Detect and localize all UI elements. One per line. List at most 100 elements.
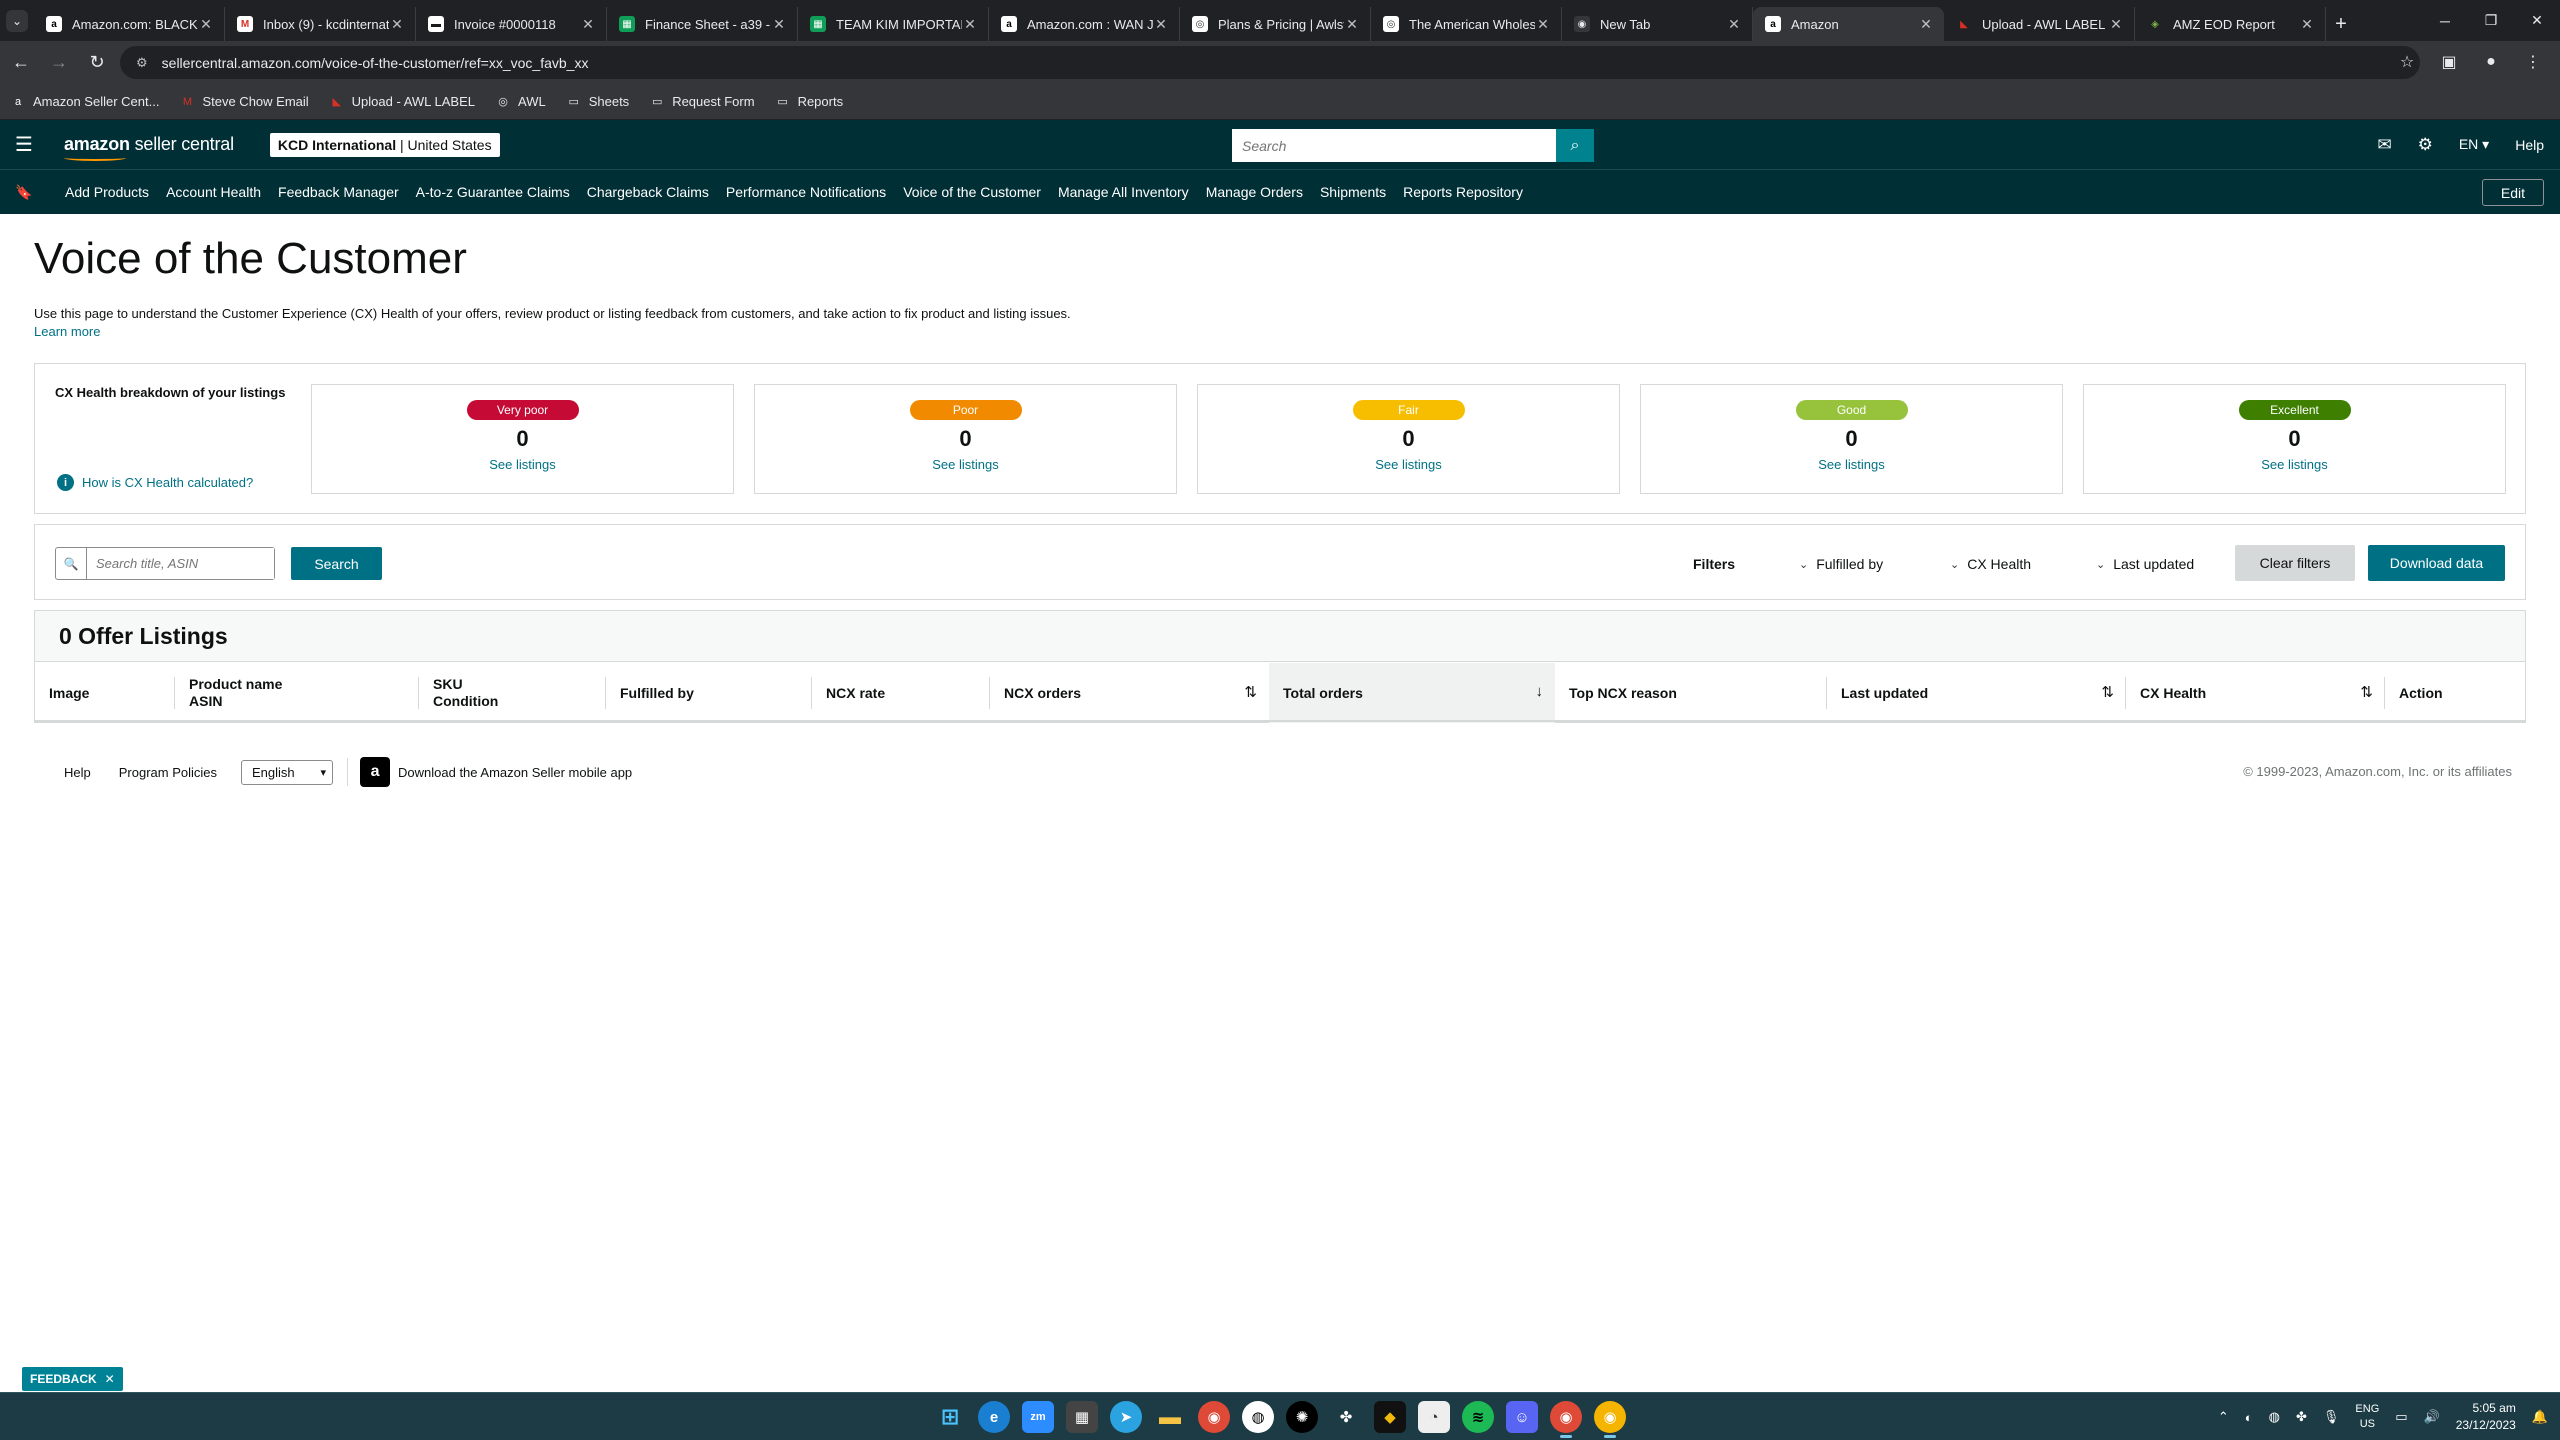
calculator-icon[interactable]: ▦ (1066, 1401, 1098, 1433)
learn-more-link[interactable]: Learn more (34, 324, 100, 339)
nav-link[interactable]: Reports Repository (1403, 184, 1523, 200)
browser-tab[interactable]: ▬ Invoice #0000118 ✕ (416, 7, 607, 41)
feedback-button[interactable]: FEEDBACK ✕ (22, 1367, 123, 1391)
chevron-up-icon[interactable]: ⌃ (2218, 1409, 2229, 1425)
cx-calc-link[interactable]: i How is CX Health calculated? (57, 474, 253, 491)
bookmark-item[interactable]: a Amazon Seller Cent... (10, 94, 160, 110)
sort-icon[interactable]: ⇅ (2101, 683, 2114, 701)
see-listings-link[interactable]: See listings (312, 457, 733, 472)
close-tab-icon[interactable]: ✕ (1153, 16, 1169, 33)
more-menu-icon[interactable]: ⋮ (2516, 45, 2550, 79)
browser-tab[interactable]: ◈ AMZ EOD Report ✕ (2135, 7, 2326, 41)
account-switcher[interactable]: KCD International | United States (269, 132, 500, 157)
discord-icon[interactable]: ☺ (1506, 1401, 1538, 1433)
minimize-icon[interactable]: ─ (2422, 0, 2468, 41)
search-button[interactable]: Search (291, 547, 382, 580)
listing-search-input[interactable] (87, 548, 274, 579)
browser-tab[interactable]: ▦ TEAM KIM IMPORTANT✕ (798, 7, 989, 41)
close-tab-icon[interactable]: ✕ (389, 16, 405, 33)
close-tab-icon[interactable]: ✕ (198, 16, 214, 33)
close-tab-icon[interactable]: ✕ (1726, 16, 1742, 33)
steam-icon[interactable]: ◐ (2245, 1410, 2253, 1425)
fulfilled-by-filter[interactable]: ⌄ Fulfilled by (1799, 556, 1883, 572)
gear-icon[interactable]: ⚙ (2418, 135, 2433, 155)
browser-tab[interactable]: ▦ Finance Sheet - a39 - S ✕ (607, 7, 798, 41)
see-listings-link[interactable]: See listings (755, 457, 1176, 472)
sort-icon[interactable]: ↓ (1536, 683, 1544, 700)
app-icon[interactable]: ✤ (1330, 1401, 1362, 1433)
language-selector[interactable]: EN ▾ (2459, 136, 2489, 153)
input-language[interactable]: ENG US (2355, 1402, 2379, 1432)
bookmark-item[interactable]: ▭ Reports (775, 94, 843, 110)
close-tab-icon[interactable]: ✕ (771, 16, 787, 33)
nav-link[interactable]: Voice of the Customer (903, 184, 1041, 200)
app-tray-icon[interactable]: ✤ (2296, 1409, 2307, 1425)
side-panel-icon[interactable]: ▣ (2432, 45, 2466, 79)
seller-app-icon[interactable]: a (360, 757, 391, 787)
system-clock[interactable]: 5:05 am 23/12/2023 (2456, 1400, 2516, 1434)
bookmark-item[interactable]: ◎ AWL (495, 94, 546, 110)
notification-bell-icon[interactable]: 🔔 (2532, 1409, 2548, 1425)
clear-filters-button[interactable]: Clear filters (2235, 545, 2355, 581)
restore-icon[interactable]: ❐ (2468, 0, 2514, 41)
bookmark-item[interactable]: ▭ Sheets (566, 94, 630, 110)
browser-tab[interactable]: a Amazon.com : WAN JA ✕ (989, 7, 1180, 41)
footer-help-link[interactable]: Help (64, 765, 91, 780)
column-header[interactable]: CX Health ⇅ (2126, 663, 2385, 723)
volume-icon[interactable]: 🔊 (2424, 1409, 2440, 1425)
clock-app-icon[interactable]: ◔ (1418, 1401, 1450, 1433)
nav-link[interactable]: A-to-z Guarantee Claims (416, 184, 570, 200)
search-icon[interactable]: ⌕ (1556, 129, 1594, 162)
close-window-icon[interactable]: ✕ (2514, 0, 2560, 41)
browser-tab[interactable]: a Amazon ✕ (1753, 7, 1944, 41)
nav-link[interactable]: Add Products (65, 184, 149, 200)
chrome-profile-icon[interactable]: ◉ (1550, 1401, 1582, 1438)
binance-icon[interactable]: ◆ (1374, 1401, 1406, 1433)
browser-tab[interactable]: ◎ Plans & Pricing | Awlst ✕ (1180, 7, 1371, 41)
windows-start-icon[interactable]: ⊞ (934, 1401, 966, 1433)
nav-link[interactable]: Feedback Manager (278, 184, 399, 200)
bookmark-icon[interactable]: 🔖 (0, 184, 48, 201)
mic-icon[interactable]: 🎙 (2323, 1409, 2340, 1425)
nav-link[interactable]: Shipments (1320, 184, 1386, 200)
url-bar[interactable]: ⚙ sellercentral.amazon.com/voice-of-the-… (120, 46, 2420, 79)
site-info-icon[interactable]: ⚙ (136, 55, 148, 71)
close-tab-icon[interactable]: ✕ (2299, 16, 2315, 33)
header-search-input[interactable] (1232, 129, 1556, 162)
file-explorer-icon[interactable]: ▬ (1154, 1401, 1186, 1433)
back-arrow-icon[interactable]: ← (4, 46, 38, 80)
last-updated-filter[interactable]: ⌄ Last updated (2096, 556, 2194, 572)
edge-icon[interactable]: e (978, 1401, 1010, 1433)
footer-app-link[interactable]: Download the Amazon Seller mobile app (398, 765, 632, 780)
column-header[interactable]: NCX orders ⇅ (990, 663, 1269, 723)
column-header[interactable]: Total orders ↓ (1269, 663, 1555, 723)
star-icon[interactable]: ☆ (2390, 45, 2424, 79)
bookmark-item[interactable]: ◣ Upload - AWL LABEL (329, 94, 475, 110)
telegram-icon[interactable]: ➤ (1110, 1401, 1142, 1433)
nav-link[interactable]: Manage All Inventory (1058, 184, 1189, 200)
help-link[interactable]: Help (2515, 137, 2544, 153)
nav-link[interactable]: Chargeback Claims (587, 184, 709, 200)
footer-policies-link[interactable]: Program Policies (119, 765, 217, 780)
footer-language-select[interactable]: English ▾ (241, 759, 334, 785)
spotify-icon[interactable]: ≋ (1462, 1401, 1494, 1433)
close-tab-icon[interactable]: ✕ (2108, 16, 2124, 33)
network-icon[interactable]: ▭ (2395, 1409, 2407, 1425)
mail-icon[interactable]: ✉ (2377, 135, 2391, 155)
chatgpt-icon[interactable]: ✺ (1286, 1401, 1318, 1433)
browser-tab[interactable]: M Inbox (9) - kcdinternati ✕ (225, 7, 416, 41)
see-listings-link[interactable]: See listings (2084, 457, 2505, 472)
browser-tab[interactable]: ◣ Upload - AWL LABEL ✕ (1944, 7, 2135, 41)
profile-icon[interactable]: ● (2474, 45, 2508, 79)
zoom-icon[interactable]: zm (1022, 1401, 1054, 1433)
column-header[interactable]: Last updated ⇅ (1827, 663, 2126, 723)
close-tab-icon[interactable]: ✕ (580, 16, 596, 33)
close-tab-icon[interactable]: ✕ (1344, 16, 1360, 33)
obs-tray-icon[interactable]: ◍ (2269, 1409, 2280, 1425)
nav-link[interactable]: Manage Orders (1206, 184, 1303, 200)
nav-link[interactable]: Account Health (166, 184, 261, 200)
browser-tab[interactable]: ◉ New Tab ✕ (1562, 7, 1753, 41)
close-tab-icon[interactable]: ✕ (962, 16, 978, 33)
close-tab-icon[interactable]: ✕ (1535, 16, 1551, 33)
chrome-icon[interactable]: ◉ (1198, 1401, 1230, 1433)
